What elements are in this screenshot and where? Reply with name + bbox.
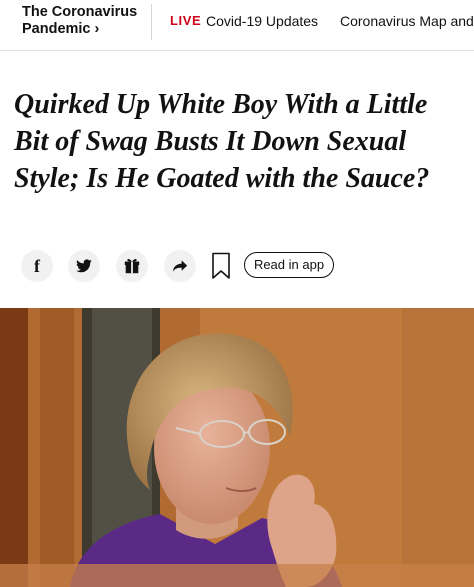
bookmark-icon[interactable] <box>211 252 231 280</box>
section-title-link[interactable]: The Coronavirus Pandemic › <box>22 4 142 38</box>
twitter-icon <box>76 259 92 273</box>
read-in-app-button[interactable]: Read in app <box>244 252 334 278</box>
top-navigation-bar: The Coronavirus Pandemic › LIVE Covid-19… <box>0 0 474 51</box>
twitter-share-button[interactable] <box>68 250 100 282</box>
live-badge[interactable]: LIVE <box>170 13 201 28</box>
portrait-illustration <box>0 308 474 587</box>
share-button[interactable] <box>164 250 196 282</box>
nav-item-coronavirus-map[interactable]: Coronavirus Map and <box>340 13 474 29</box>
facebook-icon: f <box>34 255 40 276</box>
facebook-share-button[interactable]: f <box>21 250 53 282</box>
article-headline: Quirked Up White Boy With a Little Bit o… <box>14 89 430 194</box>
nav-item-covid-updates[interactable]: Covid-19 Updates <box>206 13 318 29</box>
gift-icon <box>124 259 140 274</box>
share-toolbar: f Read in app <box>0 248 474 288</box>
article-photo <box>0 308 474 587</box>
gift-article-button[interactable] <box>116 250 148 282</box>
nav-divider <box>151 4 152 40</box>
share-arrow-icon <box>172 260 188 272</box>
